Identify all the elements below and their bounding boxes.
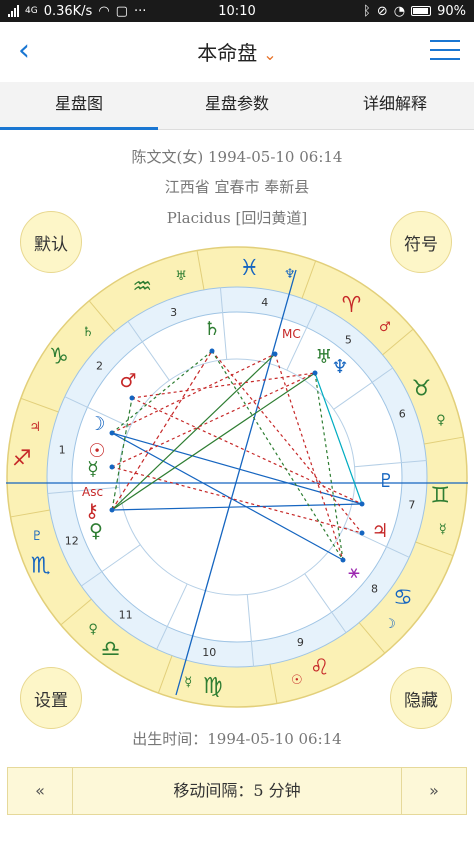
zodiac-sign-icon: ♓ bbox=[239, 256, 259, 281]
planet-icon: ♇ bbox=[377, 470, 394, 492]
planet-icon: ♄ bbox=[203, 318, 220, 340]
planet-icon: ⚹ bbox=[348, 561, 360, 583]
profile-location: 江西省 宜春市 奉新县 bbox=[164, 178, 310, 196]
battery-icon bbox=[411, 6, 432, 16]
profile-name-date: 陈文文(女) 1994-05-10 06:14 bbox=[131, 148, 343, 166]
bluetooth-icon: ᛒ bbox=[363, 3, 371, 19]
hide-button[interactable]: 隐藏 bbox=[390, 667, 452, 729]
zodiac-sign-icon: ♏ bbox=[31, 554, 51, 579]
zodiac-sign-icon: ♊ bbox=[430, 483, 450, 508]
status-left: 4G 0.36K/s ◠ ▢ ··· bbox=[8, 4, 146, 19]
chevron-down-icon: ⌄ bbox=[263, 45, 277, 64]
aspect-point bbox=[129, 395, 135, 401]
sign-ruler-icon: ♀ bbox=[436, 413, 446, 428]
zodiac-sign-icon: ♉ bbox=[411, 376, 431, 401]
aspect-point bbox=[109, 464, 115, 470]
sign-ruler-icon: ☉ bbox=[291, 673, 303, 688]
birth-time: 出生时间：1994-05-10 06:14 bbox=[132, 730, 342, 748]
status-bar: 4G 0.36K/s ◠ ▢ ··· 10:10 ᛒ ⊘ ◔ 90% bbox=[0, 0, 474, 22]
house-number: 1 bbox=[59, 443, 66, 456]
sign-ruler-icon: ♄ bbox=[82, 325, 94, 340]
planet-icon: ♃ bbox=[371, 520, 388, 542]
aspect-point bbox=[209, 348, 215, 354]
zodiac-sign-icon: ♌ bbox=[310, 655, 330, 680]
sign-ruler-icon: ☿ bbox=[439, 522, 447, 537]
house-number: 12 bbox=[65, 534, 79, 547]
sign-ruler-icon: ♀ bbox=[88, 622, 98, 637]
zodiac-sign-icon: ♎ bbox=[101, 637, 121, 662]
step-interval-selector[interactable]: 移动间隔：5 分钟 bbox=[72, 768, 402, 814]
sign-ruler-icon: ♅ bbox=[175, 269, 187, 284]
house-number: 9 bbox=[297, 636, 304, 649]
aspect-point bbox=[109, 430, 115, 436]
aspect-point bbox=[312, 370, 318, 376]
step-forward-button[interactable]: » bbox=[402, 768, 466, 814]
house-number: 5 bbox=[345, 333, 352, 346]
zodiac-sign-icon: ♍ bbox=[203, 674, 223, 699]
tab-bar: 星盘图 星盘参数 详细解释 bbox=[0, 82, 474, 130]
tab-interpretation[interactable]: 详细解释 bbox=[316, 82, 474, 129]
house-number: 2 bbox=[96, 360, 103, 373]
planet-icon: ☿ bbox=[87, 458, 99, 480]
network-type: 4G bbox=[25, 6, 38, 16]
sign-ruler-icon: ☿ bbox=[184, 675, 192, 690]
status-right: ᛒ ⊘ ◔ 90% bbox=[363, 4, 466, 19]
nav-bar: ‹ 本命盘 ⌄ bbox=[0, 22, 474, 82]
notification-icon: ▢ bbox=[115, 3, 128, 19]
chart-type-selector[interactable]: 本命盘 ⌄ bbox=[0, 37, 474, 66]
zodiac-sign-icon: ♈ bbox=[342, 293, 362, 318]
more-icon: ··· bbox=[133, 3, 147, 19]
sign-ruler-icon: ♂ bbox=[379, 320, 391, 335]
page-title: 本命盘 bbox=[197, 41, 258, 65]
mc-label: MC bbox=[282, 327, 301, 341]
planet-icon: ♂ bbox=[119, 370, 136, 392]
house-number: 3 bbox=[170, 306, 177, 319]
time-stepper: « 移动间隔：5 分钟 » bbox=[7, 767, 467, 815]
house-number: 8 bbox=[371, 582, 378, 595]
house-number: 11 bbox=[119, 609, 133, 622]
symbols-button[interactable]: 符号 bbox=[390, 211, 452, 273]
zodiac-sign-icon: ♒ bbox=[132, 275, 152, 300]
aspect-point bbox=[272, 351, 278, 357]
planet-icon: ♅ bbox=[315, 346, 332, 368]
zodiac-sign-icon: ♑ bbox=[49, 345, 69, 370]
alarm-icon: ◔ bbox=[393, 3, 406, 19]
house-number: 7 bbox=[408, 499, 415, 512]
asc-label: Asc bbox=[82, 485, 103, 499]
aspect-point bbox=[359, 530, 365, 536]
battery-level: 90% bbox=[437, 3, 466, 19]
tab-parameters[interactable]: 星盘参数 bbox=[158, 82, 316, 129]
aspect-point bbox=[359, 501, 365, 507]
planet-icon: ⚷ bbox=[85, 500, 99, 522]
house-number: 10 bbox=[202, 646, 216, 659]
zodiac-sign-icon: ♋ bbox=[393, 585, 413, 610]
sign-ruler-icon: ♆ bbox=[284, 267, 296, 282]
default-button[interactable]: 默认 bbox=[20, 211, 82, 273]
aspect-point bbox=[340, 557, 346, 563]
network-speed: 0.36K/s bbox=[43, 3, 93, 19]
signal-icon bbox=[8, 5, 19, 17]
planet-icon: ♀ bbox=[89, 520, 103, 542]
settings-button[interactable]: 设置 bbox=[20, 667, 82, 729]
step-back-button[interactable]: « bbox=[8, 768, 72, 814]
tab-chart[interactable]: 星盘图 bbox=[0, 82, 158, 130]
planet-icon: ☽ bbox=[88, 413, 105, 435]
planet-icon: ♆ bbox=[331, 356, 348, 378]
sign-ruler-icon: ☽ bbox=[384, 617, 396, 632]
mute-icon: ⊘ bbox=[376, 3, 388, 19]
menu-icon[interactable] bbox=[430, 40, 460, 64]
aspect-point bbox=[109, 507, 115, 513]
astro-chart-wheel[interactable]: ♓ ♆♒ ♅♑♄♐♃♏♇♎♀♍☿♌☉♋☽♊☿♉♀♈♂123456789101112M… bbox=[0, 240, 474, 714]
zodiac-sign-icon: ♐ bbox=[12, 447, 32, 472]
house-number: 4 bbox=[261, 296, 268, 309]
wifi-icon: ◠ bbox=[98, 3, 110, 19]
sign-ruler-icon: ♇ bbox=[31, 529, 43, 544]
sign-ruler-icon: ♃ bbox=[29, 420, 41, 435]
house-number: 6 bbox=[399, 408, 406, 421]
